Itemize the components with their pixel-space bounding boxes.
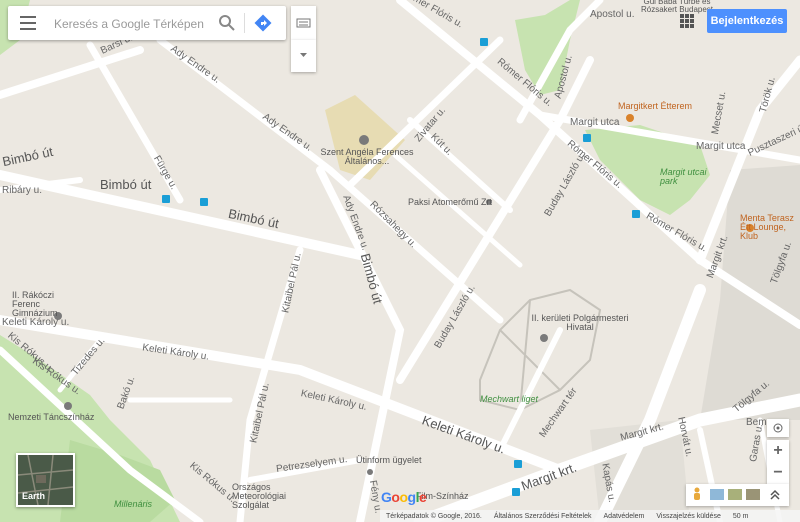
feedback-link[interactable]: Visszajelzés küldése: [656, 513, 720, 520]
street-label: Margit utca: [696, 141, 746, 152]
google-logo: Google: [381, 489, 427, 505]
street-label: Bem: [746, 417, 767, 428]
zoom-in-button[interactable]: +: [767, 440, 789, 462]
location-target-icon: [773, 423, 783, 433]
my-location-button[interactable]: [767, 419, 789, 437]
map-footer: Térképadatok © Google, 2016. Általános S…: [380, 510, 800, 522]
poi-label[interactable]: Margitkert Étterem: [618, 102, 692, 111]
poi-label[interactable]: II. kerületi Polgármesteri Hivatal: [530, 314, 630, 332]
chevron-down-icon: [300, 53, 307, 57]
privacy-link[interactable]: Adatvédelem: [604, 513, 645, 520]
directions-icon[interactable]: [254, 14, 272, 32]
poi-label[interactable]: Millenáris: [114, 500, 152, 509]
earth-view-toggle[interactable]: Earth: [16, 453, 75, 507]
poi-label[interactable]: Mechwart liget: [480, 395, 538, 404]
poi-label[interactable]: Országos Meteorológiai Szolgálat: [232, 483, 322, 510]
imagery-thumb-2[interactable]: [728, 489, 742, 500]
expand-chevron-icon[interactable]: [770, 489, 780, 501]
zoom-out-button[interactable]: −: [767, 462, 789, 484]
poi-label[interactable]: II. Rákóczi Ferenc Gimnázium: [12, 291, 82, 318]
poi-label[interactable]: Gül Baba Türbe és Rózsakert Budapest: [636, 0, 718, 14]
street-label: Margit utca: [570, 117, 620, 128]
street-label: Ribáry u.: [2, 185, 43, 196]
terms-link[interactable]: Általános Szerződési Feltételek: [494, 513, 592, 520]
apps-grid-icon[interactable]: [680, 14, 694, 28]
hamburger-menu-icon[interactable]: [20, 16, 36, 30]
pegman-icon[interactable]: [692, 487, 702, 503]
imagery-thumb-1[interactable]: [710, 489, 724, 500]
street-label: Keleti Károly u.: [2, 317, 70, 328]
bottom-controls: [686, 484, 789, 506]
search-box: [8, 6, 286, 40]
keyboard-icon: [296, 18, 311, 28]
street-label: Bimbó út: [100, 177, 152, 192]
map-data-attribution: Térképadatok © Google, 2016.: [386, 512, 482, 520]
search-icon[interactable]: [218, 14, 236, 32]
street-label: Apostol u.: [590, 9, 635, 20]
imagery-thumb-3[interactable]: [746, 489, 760, 500]
poi-label[interactable]: Paksi Atomerőmű Zrt: [408, 198, 492, 207]
poi-label[interactable]: Szent Angéla Ferences Általános...: [302, 148, 432, 166]
poi-label[interactable]: Menta Terasz Étt Lounge, Klub: [740, 214, 800, 241]
search-input[interactable]: [52, 13, 216, 35]
divider: [244, 13, 245, 33]
earth-label: Earth: [22, 491, 46, 501]
zoom-control: + −: [767, 440, 789, 484]
poi-label[interactable]: Margit utcai park: [660, 168, 715, 186]
keyboard-dropdown-button[interactable]: [291, 40, 316, 72]
poi-label[interactable]: Ütinform ügyelet: [356, 456, 422, 465]
signin-button[interactable]: Bejelentkezés: [707, 9, 787, 33]
keyboard-button[interactable]: [291, 6, 316, 40]
scale-bar[interactable]: 50 m: [733, 513, 749, 520]
poi-label[interactable]: Nemzeti Táncszínház: [8, 413, 94, 422]
